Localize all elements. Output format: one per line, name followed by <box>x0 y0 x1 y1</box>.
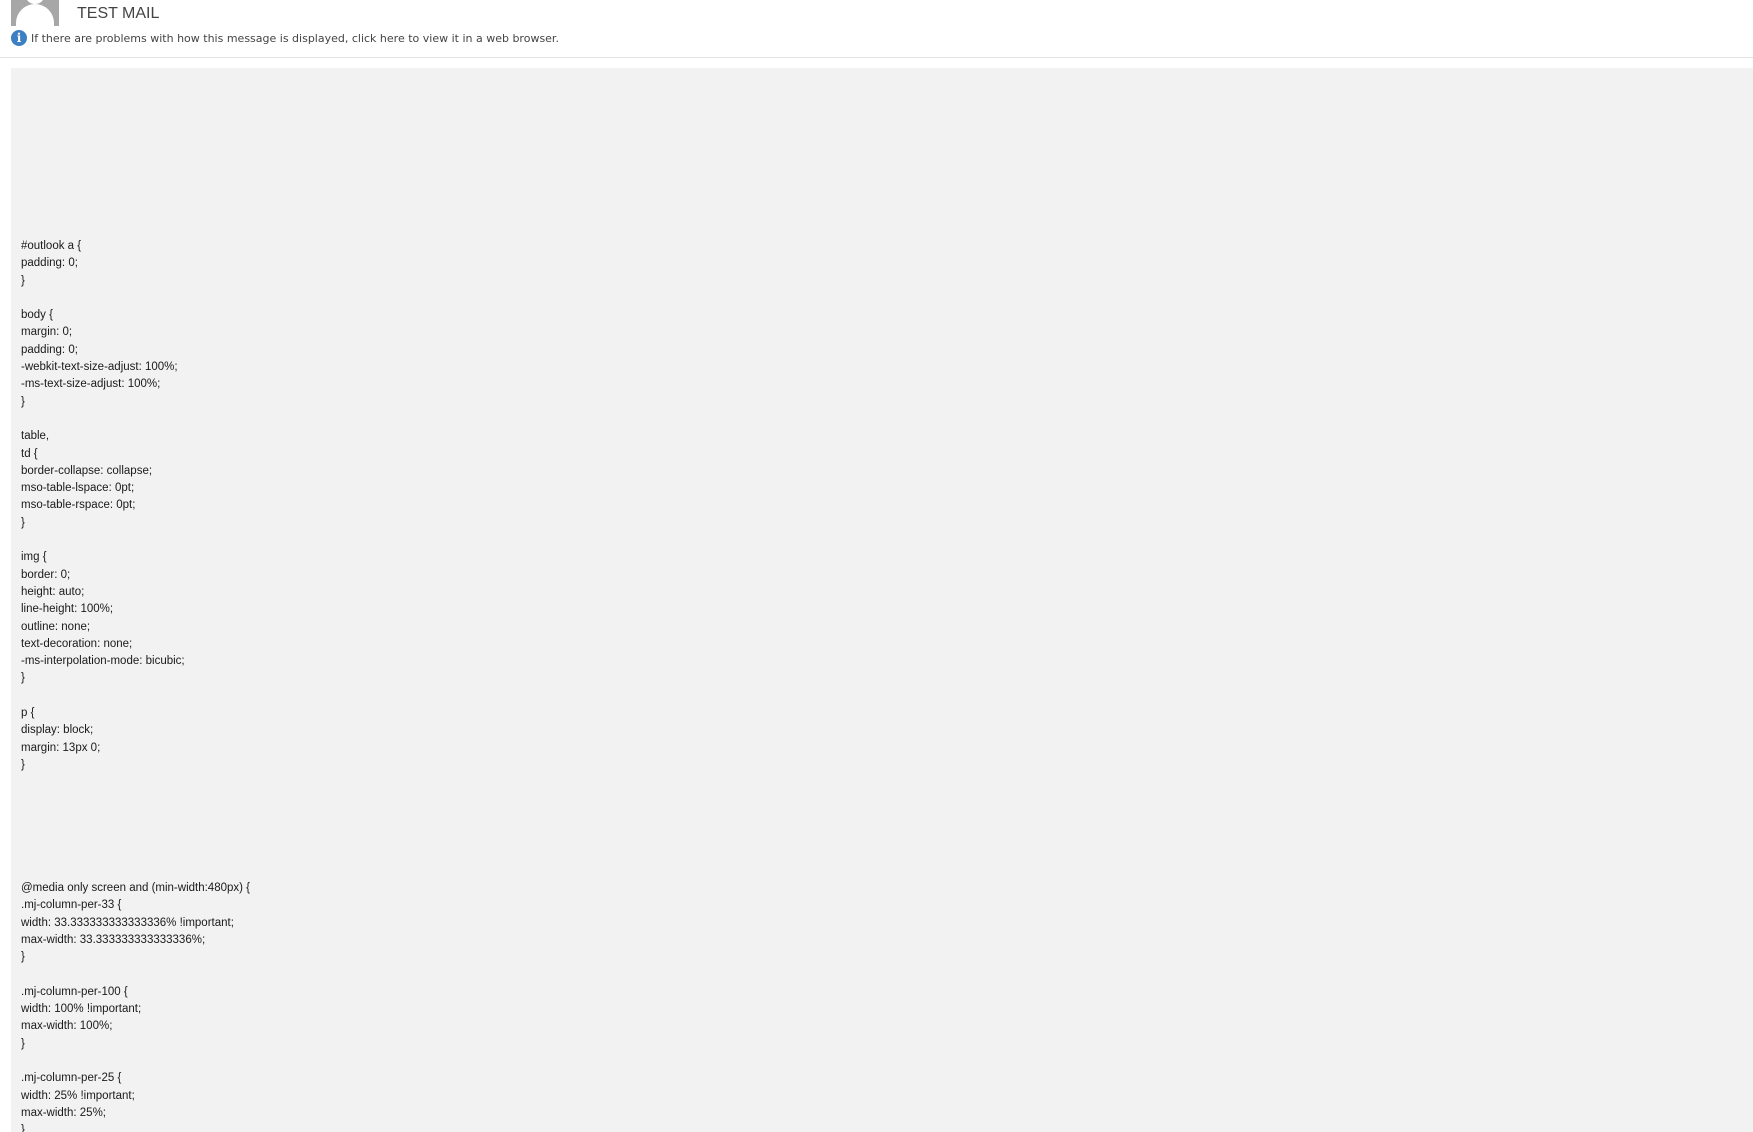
message-body: #outlook a { padding: 0; } body { margin… <box>11 68 1753 1132</box>
message-subject: TEST MAIL <box>77 5 160 22</box>
avatar-shoulders <box>16 4 54 26</box>
css-text-block-1: #outlook a { padding: 0; } body { margin… <box>21 240 185 771</box>
css-text-block-2: @media only screen and (min-width:480px)… <box>21 882 251 1132</box>
sender-avatar-icon[interactable] <box>11 0 59 26</box>
info-bar[interactable]: i If there are problems with how this me… <box>11 29 559 47</box>
message-header: TEST MAIL i If there are problems with h… <box>0 0 1753 58</box>
info-icon: i <box>11 30 27 46</box>
view-in-browser-link[interactable]: If there are problems with how this mess… <box>31 32 559 45</box>
